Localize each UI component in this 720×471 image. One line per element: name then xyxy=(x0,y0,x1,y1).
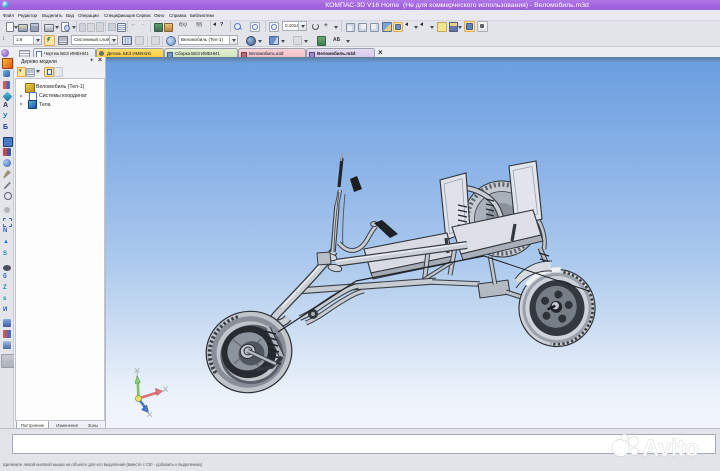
svg-text:Avito: Avito xyxy=(642,435,699,462)
